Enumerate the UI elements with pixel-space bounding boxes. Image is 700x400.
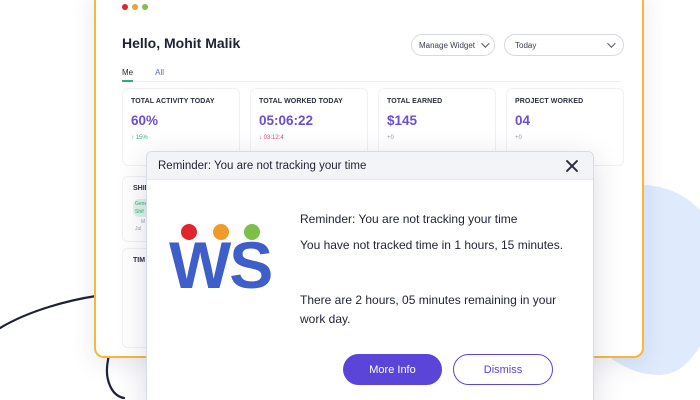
tab-me[interactable]: Me: [122, 68, 134, 82]
chevron-down-icon: [607, 39, 616, 48]
scope-tabs: Me All: [122, 68, 622, 82]
dialog-header-title: Reminder: You are not tracking your time: [158, 159, 367, 172]
stat-change: ↑ 15%: [131, 135, 148, 141]
logo-wordmark: WS: [169, 228, 273, 302]
window-controls: [122, 4, 148, 10]
ws-logo: WS: [169, 224, 279, 314]
dialog-header: Reminder: You are not tracking your time: [147, 152, 593, 180]
manage-widget-button[interactable]: Manage Widget: [411, 34, 495, 56]
close-icon[interactable]: [565, 159, 579, 173]
stat-value: 05:06:22: [259, 113, 314, 128]
shift-pill-line2: Shif: [135, 209, 144, 215]
date-filter-select[interactable]: Today: [504, 34, 624, 56]
stat-value: $145: [387, 113, 418, 128]
window-maximize-dot[interactable]: [142, 4, 148, 10]
shift-line-jul: Jul: [135, 226, 142, 232]
tab-all[interactable]: All: [155, 68, 164, 81]
message-title: Reminder: You are not tracking your time: [300, 212, 518, 226]
stat-change: +0: [387, 135, 394, 141]
date-filter-value: Today: [515, 40, 537, 50]
shift-line-m: M: [141, 219, 146, 225]
reminder-dialog: Reminder: You are not tracking your time…: [146, 151, 594, 400]
message-remaining-time: There are 2 hours, 05 minutes remaining …: [300, 293, 557, 326]
stat-value: 60%: [131, 113, 159, 128]
time-panel-title: TIM: [133, 257, 146, 264]
window-minimize-dot[interactable]: [132, 4, 138, 10]
stat-label: TOTAL ACTIVITY TODAY: [131, 98, 215, 105]
more-info-button[interactable]: More Info: [343, 354, 442, 385]
window-close-dot[interactable]: [122, 4, 128, 10]
dismiss-button[interactable]: Dismiss: [453, 354, 553, 385]
stat-label: TOTAL EARNED: [387, 98, 443, 105]
manage-widget-label: Manage Widget: [418, 40, 476, 50]
chevron-down-icon: [481, 39, 490, 48]
message-untracked-time: You have not tracked time in 1 hours, 15…: [300, 238, 564, 252]
screen: Hello, Mohit Malik Manage Widget Today M…: [0, 0, 700, 400]
stat-change: ↓ 03:12:4: [259, 135, 284, 141]
stat-label: PROJECT WORKED: [515, 98, 584, 105]
stat-value: 04: [515, 113, 531, 128]
greeting-title: Hello, Mohit Malik: [122, 35, 241, 51]
stat-label: TOTAL WORKED TODAY: [259, 98, 343, 105]
stat-change: +0: [515, 135, 522, 141]
